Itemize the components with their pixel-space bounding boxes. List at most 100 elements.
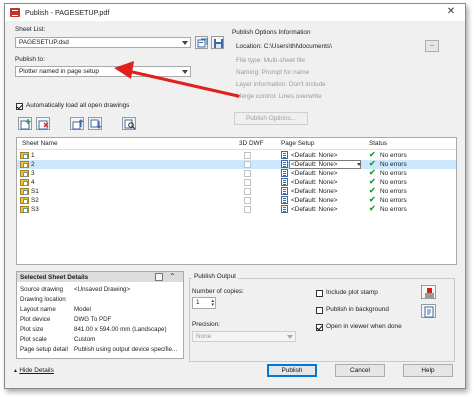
copies-value: 1 bbox=[196, 299, 200, 306]
hide-details-toggle[interactable]: ▲ Hide Details bbox=[13, 367, 54, 374]
help-button[interactable]: Help bbox=[403, 364, 453, 377]
naming-text: Naming: Prompt for name bbox=[236, 69, 310, 76]
publish-options-button[interactable]: Publish Options... bbox=[234, 112, 308, 125]
detail-value: DWG To PDF bbox=[74, 316, 112, 323]
merge-control-text: Merge control: Lines overwrite bbox=[236, 93, 322, 100]
page-setup-icon bbox=[281, 196, 288, 204]
detail-value: Publish using output device specifie... bbox=[74, 346, 178, 353]
save-sheet-list-button[interactable] bbox=[211, 36, 224, 49]
publish-button[interactable]: Publish bbox=[267, 364, 317, 377]
sheet-name: 3 bbox=[31, 170, 35, 177]
chevron-down-icon bbox=[357, 163, 361, 166]
open-viewer-label: Open in viewer when done bbox=[326, 323, 402, 330]
page-setup-icon bbox=[281, 187, 288, 195]
preview-button[interactable] bbox=[122, 117, 136, 130]
window-title: Publish - PAGESETUP.pdf bbox=[25, 8, 110, 17]
sheet-list-table: Sheet Name 3D DWF Page Setup Status 1 <D… bbox=[16, 137, 457, 265]
copies-stepper[interactable]: 1 ▴ ▾ bbox=[192, 297, 216, 309]
detail-key: Plot scale bbox=[20, 336, 47, 343]
move-sheet-down-button[interactable] bbox=[88, 117, 102, 130]
detail-key: Plot size bbox=[20, 326, 44, 333]
autocad-app-icon bbox=[10, 8, 20, 17]
add-sheets-button[interactable] bbox=[18, 117, 32, 130]
plot-stamp-settings-button[interactable] bbox=[421, 285, 436, 299]
dwf-checkbox bbox=[244, 161, 251, 168]
move-sheet-up-button[interactable] bbox=[70, 117, 84, 130]
sheet-name: S2 bbox=[31, 197, 39, 204]
table-row[interactable]: S3 <Default: None> ✔ No errors bbox=[17, 204, 456, 214]
cancel-button[interactable]: Cancel bbox=[335, 364, 385, 377]
dwf-checkbox bbox=[244, 206, 251, 213]
sheet-name: S1 bbox=[31, 188, 39, 195]
close-button[interactable]: ✕ bbox=[441, 6, 461, 18]
detach-icon[interactable] bbox=[155, 273, 163, 281]
table-row[interactable]: 1 <Default: None> ✔ No errors bbox=[17, 150, 456, 160]
dwf-checkbox bbox=[244, 197, 251, 204]
table-row[interactable]: 4 <Default: None> ✔ No errors bbox=[17, 177, 456, 187]
precision-label: Precision: bbox=[192, 321, 221, 328]
publish-background-label: Publish in background bbox=[326, 306, 389, 313]
detail-key: Layout name bbox=[20, 306, 56, 313]
open-viewer-checkbox[interactable] bbox=[316, 324, 323, 331]
table-row[interactable]: 2 <Default: None> ✔ No errors bbox=[17, 159, 456, 169]
status-text: No errors bbox=[380, 197, 407, 204]
publish-background-checkbox[interactable] bbox=[316, 307, 323, 314]
detail-key: Page setup detail bbox=[20, 346, 68, 353]
table-row[interactable]: 3 <Default: None> ✔ No errors bbox=[17, 168, 456, 178]
page-setup-value: <Default: None> bbox=[291, 206, 338, 213]
auto-load-label: Automatically load all open drawings bbox=[26, 102, 130, 109]
status-text: No errors bbox=[380, 188, 407, 195]
dwf-checkbox bbox=[244, 170, 251, 177]
save-icon bbox=[214, 39, 223, 48]
detail-key: Plot device bbox=[20, 316, 51, 323]
sheet-list-combo[interactable]: PAGESETUP.dsd bbox=[15, 37, 191, 48]
checkmark-icon: ✔ bbox=[369, 177, 376, 186]
sheet-name: 1 bbox=[31, 152, 35, 159]
col-page-setup[interactable]: Page Setup bbox=[281, 140, 314, 147]
sheet-name: 2 bbox=[31, 161, 35, 168]
sheet-icon bbox=[20, 197, 29, 204]
detail-value: Model bbox=[74, 306, 91, 313]
sheet-list-value: PAGESETUP.dsd bbox=[19, 39, 69, 46]
plot-stamp-checkbox[interactable] bbox=[316, 290, 323, 297]
plot-stamp-label: Include plot stamp bbox=[326, 289, 378, 296]
remove-sheets-icon bbox=[38, 120, 49, 130]
page-setup-icon bbox=[281, 160, 288, 168]
sheet-icon bbox=[20, 179, 29, 186]
publish-to-combo[interactable]: Plotter named in page setup bbox=[15, 66, 191, 77]
publish-output-title: Publish Output bbox=[192, 273, 238, 280]
remove-sheets-button[interactable] bbox=[36, 117, 50, 130]
publish-to-label: Publish to: bbox=[15, 56, 45, 63]
col-sheet-name[interactable]: Sheet Name bbox=[22, 140, 58, 147]
stepper-arrows-icon[interactable]: ▴ ▾ bbox=[211, 299, 214, 308]
checkmark-icon: ✔ bbox=[369, 168, 376, 177]
sheet-icon bbox=[20, 152, 29, 159]
table-row[interactable]: S1 <Default: None> ✔ No errors bbox=[17, 186, 456, 196]
page-setup-value: <Default: None> bbox=[291, 197, 338, 204]
header-divider bbox=[17, 149, 456, 150]
col-3d-dwf[interactable]: 3D DWF bbox=[239, 140, 264, 147]
auto-load-checkbox[interactable] bbox=[16, 103, 23, 110]
sheet-icon bbox=[20, 161, 29, 168]
table-row[interactable]: S2 <Default: None> ✔ No errors bbox=[17, 195, 456, 205]
page-setup-value: <Default: None> bbox=[291, 179, 338, 186]
chevron-down-icon bbox=[287, 335, 293, 339]
page-setup-value: <Default: None> bbox=[291, 152, 338, 159]
checkmark-icon: ✔ bbox=[369, 195, 376, 204]
status-text: No errors bbox=[380, 179, 407, 186]
sheet-list-label: Sheet List: bbox=[15, 26, 46, 33]
open-sheet-list-icon bbox=[197, 38, 208, 48]
layer-info-text: Layer information: Don't include bbox=[236, 81, 326, 88]
detail-key: Drawing location bbox=[20, 296, 66, 303]
add-sheets-icon bbox=[20, 119, 31, 130]
collapse-chevron-icon[interactable]: ⌃ bbox=[169, 272, 176, 281]
checkmark-icon: ✔ bbox=[369, 150, 376, 159]
browse-location-button[interactable]: ... bbox=[425, 40, 439, 52]
page-setup-value: <Default: None> bbox=[291, 161, 338, 168]
precision-combo[interactable]: None bbox=[192, 331, 296, 342]
page-setup-icon bbox=[281, 205, 288, 213]
load-sheet-list-button[interactable] bbox=[195, 36, 208, 49]
background-settings-button[interactable] bbox=[421, 304, 436, 318]
col-status[interactable]: Status bbox=[369, 140, 387, 147]
detail-value: Custom bbox=[74, 336, 96, 343]
